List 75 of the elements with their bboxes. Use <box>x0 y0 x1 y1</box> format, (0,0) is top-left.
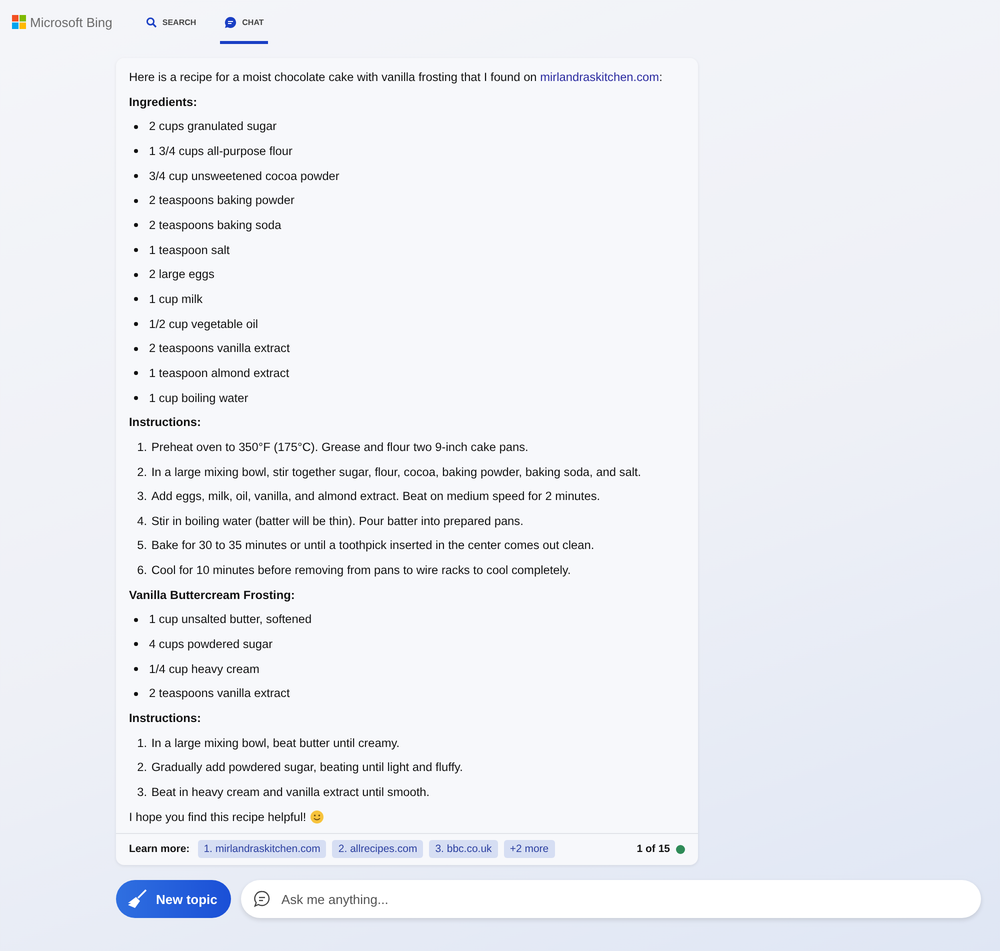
intro-text: Here is a recipe for a moist chocolate cake with vanilla frosting that I found on mirlandraskitchen.com: <box>129 69 664 86</box>
bullet-icon <box>134 149 138 154</box>
step-number: 3. <box>136 488 147 506</box>
ingredient-item: 2 teaspoons baking powder <box>149 192 294 210</box>
logo-icon <box>12 15 26 29</box>
source-link[interactable]: mirlandraskitchen.com <box>540 70 660 84</box>
ingredient-item: 1/4 cup heavy cream <box>149 660 260 678</box>
bullet-icon <box>134 174 138 178</box>
section-heading: Instructions: <box>129 710 202 728</box>
step-text: Stir in boiling water (batter will be thin). Pour batter into prepared pans. <box>150 512 524 530</box>
source-chip[interactable]: 3. bbc.co.uk <box>429 840 498 858</box>
chat-input[interactable]: Ask me anything... <box>279 890 969 908</box>
step-number: 1. <box>136 734 147 752</box>
brand-name: Microsoft Bing <box>30 14 112 30</box>
bullet-icon <box>134 272 138 277</box>
bullet-icon <box>134 346 138 351</box>
bullet-icon <box>134 692 138 696</box>
step-text: Beat in heavy cream and vanilla extract until smooth. <box>150 784 430 802</box>
source-chip[interactable]: +2 more <box>504 840 555 858</box>
nav-tab[interactable]: CHAT <box>220 0 268 44</box>
step-text: Add eggs, milk, oil, vanilla, and almond extract. Beat on medium speed for 2 minutes. <box>150 488 600 506</box>
step-text: Cool for 10 minutes before removing from pans to wire racks to cool completely. <box>150 562 571 580</box>
ingredient-item: 1 cup boiling water <box>149 390 248 407</box>
ingredient-item: 2 teaspoons baking soda <box>149 216 282 234</box>
ingredient-item: 1 cup unsalted butter, softened <box>149 611 312 628</box>
source-chip[interactable]: 1. mirlandraskitchen.com <box>198 840 326 858</box>
bullet-icon <box>134 248 138 252</box>
step-number: 4. <box>136 512 147 530</box>
step-number: 5. <box>136 537 147 554</box>
bullet-icon <box>134 124 138 129</box>
step-number: 2. <box>136 759 147 776</box>
ingredient-item: 2 teaspoons vanilla extract <box>149 340 290 358</box>
search-icon <box>146 16 158 28</box>
step-text: Bake for 30 to 35 minutes or until a toothpick inserted in the center comes out clean. <box>150 537 594 554</box>
section-heading: Vanilla Buttercream Frosting: <box>129 586 296 604</box>
step-number: 2. <box>136 464 147 480</box>
ingredient-item: 1 teaspoon almond extract <box>149 364 290 382</box>
bullet-icon <box>134 223 138 228</box>
ingredient-item: 2 large eggs <box>149 266 214 284</box>
chat-bubble-icon <box>253 890 272 908</box>
new-topic-button[interactable]: New topic <box>116 880 232 918</box>
step-text: Preheat oven to 350°F (175°C). Grease and flour two 9-inch cake pans. <box>150 438 528 456</box>
chat-input-field[interactable]: Ask me anything... <box>241 880 981 918</box>
section-heading: Instructions: <box>129 414 202 432</box>
bullet-icon <box>134 297 138 302</box>
chat-bubble-icon <box>224 16 238 28</box>
response-counter: 1 of 15 <box>636 843 670 856</box>
closing-text: I hope you find this recipe helpful! <box>129 808 306 826</box>
step-text: In a large mixing bowl, stir together sugar, flour, cocoa, baking powder, baking soda, and salt. <box>150 464 642 480</box>
bullet-icon <box>134 322 138 326</box>
ingredient-item: 1 cup milk <box>149 290 203 308</box>
bullet-icon <box>134 371 138 376</box>
bullet-icon <box>134 198 138 203</box>
broom-icon <box>126 888 148 910</box>
bullet-icon <box>134 396 138 400</box>
bullet-icon <box>134 642 138 646</box>
ingredient-item: 3/4 cup unsweetened cocoa powder <box>149 168 340 185</box>
ingredient-item: 4 cups powdered sugar <box>149 636 273 654</box>
step-number: 3. <box>136 784 147 802</box>
step-number: 6. <box>136 562 147 580</box>
ingredient-item: 1/2 cup vegetable oil <box>149 316 258 333</box>
step-text: Gradually add powdered sugar, beating until light and fluffy. <box>150 759 463 776</box>
ingredient-item: 1 3/4 cups all-purpose flour <box>149 142 292 160</box>
nav-tab[interactable]: SEARCH <box>142 0 200 44</box>
section-heading: Ingredients: <box>129 94 198 111</box>
learn-more-label: Learn more: <box>129 843 190 856</box>
source-chip[interactable]: 2. allrecipes.com <box>332 840 424 858</box>
ingredient-item: 1 teaspoon salt <box>149 242 230 259</box>
step-number: 1. <box>136 438 147 456</box>
step-text: In a large mixing bowl, beat butter until creamy. <box>150 734 400 752</box>
bullet-icon <box>134 667 138 672</box>
ingredient-item: 2 cups granulated sugar <box>149 118 277 136</box>
ingredient-item: 2 teaspoons vanilla extract <box>149 685 290 702</box>
bullet-icon <box>134 618 138 622</box>
smiley-icon <box>310 810 324 824</box>
